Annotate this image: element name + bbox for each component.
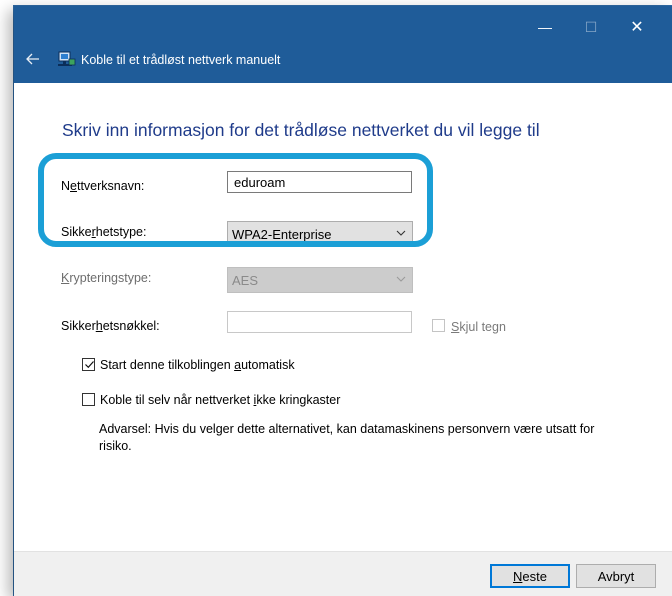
maximize-icon: ☐ bbox=[584, 18, 598, 35]
minimize-icon: — bbox=[538, 19, 552, 35]
dialog-window: — ☐ ✕ Koble til et trådløst nettverk man… bbox=[14, 6, 672, 596]
next-button[interactable]: Neste bbox=[490, 564, 570, 588]
close-button[interactable]: ✕ bbox=[614, 12, 660, 42]
page-heading: Skriv inn informasjon for det trådløse n… bbox=[62, 120, 540, 140]
connect-hidden-label[interactable]: Koble til selv når nettverket ikke kring… bbox=[100, 393, 340, 407]
auto-start-checkbox[interactable] bbox=[82, 358, 95, 371]
encryption-type-label: Krypteringstype: bbox=[61, 271, 152, 285]
chevron-down-icon bbox=[396, 276, 406, 282]
checkmark-icon bbox=[85, 361, 94, 369]
highlight-annotation bbox=[38, 153, 433, 247]
title-bar: — ☐ ✕ Koble til et trådløst nettverk man… bbox=[14, 6, 672, 83]
encryption-type-value: AES bbox=[232, 273, 259, 288]
dialog-footer: Neste Avbryt bbox=[14, 551, 672, 596]
hide-chars-label: Skjul tegn bbox=[451, 320, 506, 334]
minimize-button[interactable]: — bbox=[522, 12, 568, 42]
arrow-left-icon bbox=[26, 53, 39, 65]
encryption-type-select: AES bbox=[227, 267, 413, 293]
cancel-button[interactable]: Avbryt bbox=[576, 564, 656, 588]
back-button[interactable] bbox=[24, 50, 42, 68]
security-key-input[interactable] bbox=[227, 311, 412, 333]
auto-start-label[interactable]: Start denne tilkoblingen automatisk bbox=[100, 358, 295, 372]
network-icon bbox=[58, 51, 76, 66]
hide-chars-checkbox bbox=[432, 319, 445, 332]
security-key-label: Sikkerhetsnøkkel: bbox=[61, 319, 160, 333]
close-icon: ✕ bbox=[630, 19, 644, 36]
privacy-warning: Advarsel: Hvis du velger dette alternati… bbox=[99, 422, 595, 453]
window-title: Koble til et trådløst nettverk manuelt bbox=[81, 53, 281, 67]
maximize-button[interactable]: ☐ bbox=[568, 12, 614, 42]
connect-hidden-checkbox[interactable] bbox=[82, 393, 95, 406]
